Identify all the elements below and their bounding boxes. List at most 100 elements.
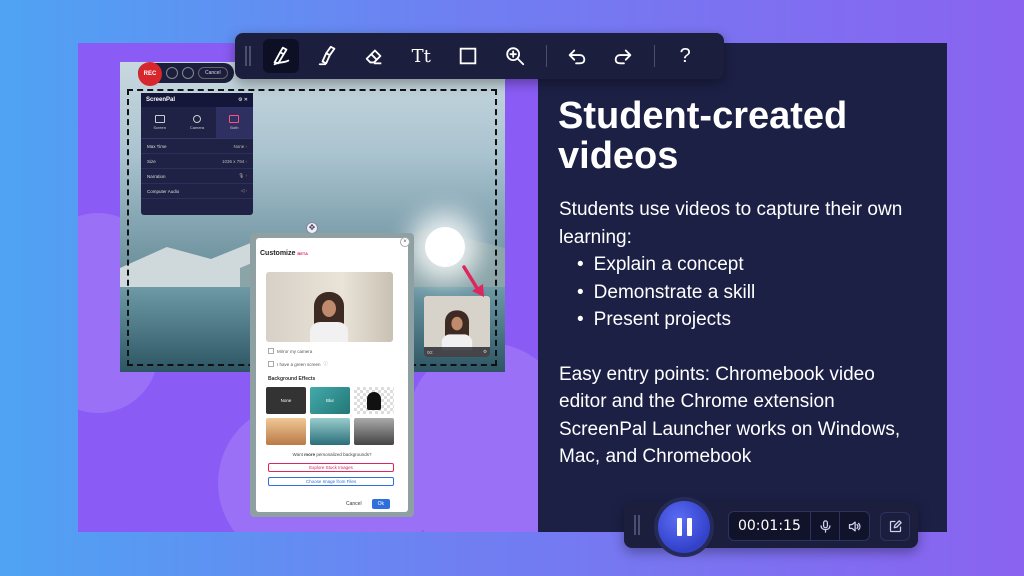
- help-icon: ?: [679, 44, 691, 67]
- recording-timer: 00:01:15: [737, 518, 801, 534]
- bg-library[interactable]: [354, 418, 394, 445]
- explore-stock-button[interactable]: Explore Stock Images: [268, 463, 394, 472]
- cancel-recording-button[interactable]: Cancel: [198, 67, 228, 79]
- info-icon[interactable]: ⓘ: [324, 361, 329, 367]
- pause-button[interactable]: [654, 497, 714, 557]
- setting-label: Narration: [147, 173, 166, 179]
- text-tool-button[interactable]: Tt: [403, 39, 439, 73]
- setting-computer-audio[interactable]: Computer Audio ◁: [141, 184, 253, 199]
- cancel-button[interactable]: Cancel: [346, 501, 362, 507]
- background-effects-heading: Background Effects: [268, 376, 316, 382]
- highlighter-icon: [318, 45, 335, 66]
- choose-file-button[interactable]: Choose Image from Files: [268, 477, 394, 486]
- drag-handle-icon[interactable]: [634, 515, 640, 535]
- mirror-checkbox[interactable]: Mirror my camera: [268, 348, 312, 354]
- customize-title: Customize BETA: [260, 250, 308, 257]
- setting-label: Size: [147, 158, 156, 164]
- background-grid: None Blur: [266, 387, 394, 445]
- setting-value: 1036 x 794: [222, 159, 247, 164]
- camera-icon: [192, 115, 201, 123]
- bg-blur[interactable]: Blur: [310, 387, 350, 414]
- rec-button[interactable]: REC: [138, 62, 162, 86]
- bg-mountain-lake[interactable]: [310, 418, 350, 445]
- setting-size[interactable]: Size 1036 x 794: [141, 154, 253, 169]
- webcam-preview[interactable]: 00: ⚙: [424, 296, 490, 357]
- speaker-icon: [849, 521, 861, 531]
- webcam-time: 00:: [427, 349, 434, 355]
- bullet-item: Present projects: [577, 306, 919, 334]
- mode-selector: Screen Camera Both: [141, 107, 253, 139]
- screen-icon: [154, 115, 165, 123]
- more-bold: more: [304, 452, 316, 457]
- gear-icon[interactable]: ⚙: [483, 349, 487, 355]
- bg-city[interactable]: [266, 418, 306, 445]
- undo-icon: [568, 49, 585, 65]
- eraser-tool-button[interactable]: [357, 39, 393, 73]
- zoom-tool-button[interactable]: [497, 39, 533, 73]
- setting-max-time[interactable]: Max Time None: [141, 139, 253, 154]
- mode-camera[interactable]: Camera: [178, 107, 215, 138]
- close-icon[interactable]: ×: [400, 237, 410, 247]
- pen-icon[interactable]: [182, 67, 194, 79]
- more-backgrounds-text: Want more personalized backgrounds?: [250, 452, 414, 457]
- text-icon: Tt: [411, 45, 431, 67]
- checkbox-label: I have a green screen: [277, 361, 321, 367]
- microphone-button[interactable]: [809, 511, 840, 541]
- setting-narration[interactable]: Narration 🎙: [141, 169, 253, 184]
- bg-label: None: [280, 398, 292, 403]
- intro-text: Students use videos to capture their own…: [559, 199, 903, 248]
- checkbox-icon[interactable]: [268, 348, 274, 354]
- checkbox-label: Mirror my camera: [277, 348, 313, 354]
- bullet-item: Explain a concept: [577, 251, 919, 279]
- ok-button[interactable]: Ok: [371, 499, 390, 509]
- slide-title: Student-created videos: [558, 95, 848, 177]
- edit-button[interactable]: [880, 512, 910, 541]
- close-icon[interactable]: ⚙ ✕: [238, 97, 248, 103]
- pen-tool-button[interactable]: [262, 39, 299, 73]
- checkbox-icon[interactable]: [268, 361, 274, 367]
- pointer-arrow-icon: [462, 265, 484, 297]
- redo-icon: [615, 49, 632, 65]
- more-prefix: Want: [292, 452, 305, 457]
- help-button[interactable]: ?: [667, 39, 703, 73]
- button-label: Explore Stock Images: [309, 465, 353, 470]
- speaker-button[interactable]: [839, 511, 869, 541]
- customize-title-text: Customize: [260, 250, 296, 257]
- eraser-icon: [366, 49, 382, 65]
- pause-icon: [676, 518, 682, 536]
- zoom-in-icon: [506, 47, 524, 66]
- edit-icon: [889, 520, 902, 533]
- button-label: Choose Image from Files: [305, 479, 357, 484]
- highlighter-tool-button[interactable]: [310, 39, 346, 73]
- undo-button[interactable]: [559, 39, 595, 73]
- mode-label: Camera: [189, 125, 205, 130]
- mode-both[interactable]: Both: [215, 107, 253, 138]
- mode-label: Screen: [153, 125, 166, 130]
- screenpal-logo: ScreenPal: [146, 97, 176, 103]
- mode-screen[interactable]: Screen: [141, 107, 178, 138]
- entry-points-text: Easy entry points: Chromebook video edit…: [559, 363, 901, 468]
- customize-panel: × Customize BETA Mirror my camera I have…: [250, 233, 414, 517]
- customize-footer: Cancel Ok: [346, 499, 390, 509]
- toolbar-divider: [545, 45, 547, 67]
- speaker-icon: ◁: [241, 188, 247, 194]
- camera-preview: [266, 272, 393, 342]
- drag-handle-icon[interactable]: [245, 46, 251, 66]
- beta-badge: BETA: [297, 251, 308, 256]
- screenpal-panel: ScreenPal ⚙ ✕ Screen Camera Both Max Tim…: [141, 93, 253, 215]
- person-image: [441, 310, 473, 351]
- setting-label: Max Time: [147, 143, 167, 149]
- rectangle-tool-button[interactable]: [450, 39, 486, 73]
- settings-icon[interactable]: [166, 67, 178, 79]
- bullet-item: Demonstrate a skill: [577, 279, 919, 307]
- pause-icon: [686, 518, 692, 536]
- bg-label: Blur: [325, 398, 334, 403]
- bg-remove[interactable]: [354, 387, 394, 414]
- bg-none[interactable]: None: [266, 387, 306, 414]
- annotation-toolbar: Tt ?: [235, 33, 724, 79]
- pen-icon: [273, 46, 290, 66]
- redo-button[interactable]: [605, 39, 641, 73]
- webcam-controls: 00: ⚙: [424, 347, 490, 357]
- mode-label: Both: [230, 125, 239, 130]
- green-screen-checkbox[interactable]: I have a green screen ⓘ: [268, 361, 328, 367]
